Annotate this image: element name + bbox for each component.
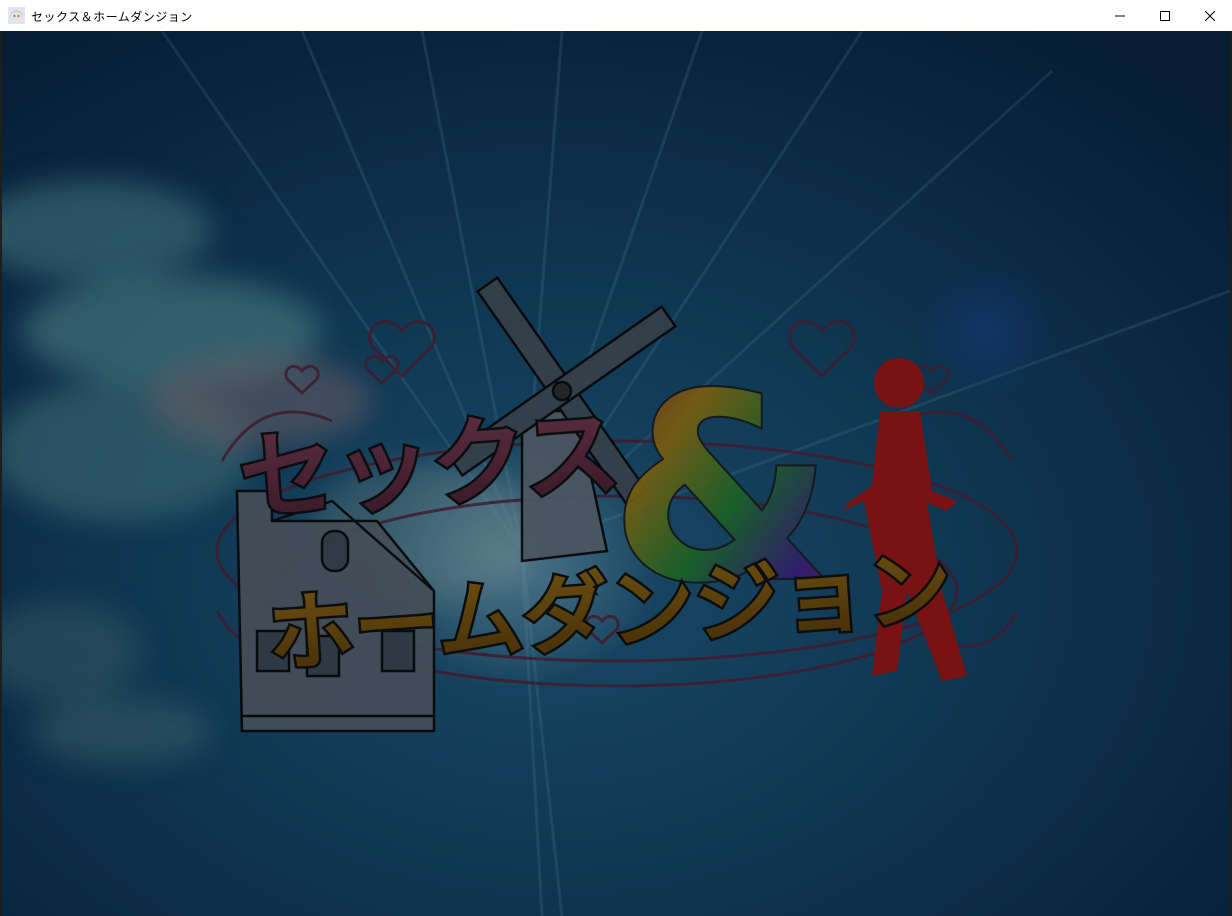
app-icon (8, 7, 25, 24)
title-screen[interactable]: & セックス ホームダンジョン (2, 31, 1230, 916)
window-title: セックス＆ホームダンジョン (31, 10, 193, 24)
close-icon (1204, 10, 1215, 21)
minimize-icon (1114, 15, 1125, 16)
maximize-icon (1159, 10, 1170, 21)
title-screen-canvas: & セックス ホームダンジョン (2, 31, 1230, 916)
minimize-button[interactable] (1097, 0, 1142, 31)
title-bar[interactable]: セックス＆ホームダンジョン (0, 0, 1232, 31)
close-button[interactable] (1187, 0, 1232, 31)
game-window: セックス＆ホームダンジョン & セックス ホームダンジョン (0, 0, 1232, 916)
maximize-button[interactable] (1142, 0, 1187, 31)
dim-overlay (2, 31, 1230, 916)
